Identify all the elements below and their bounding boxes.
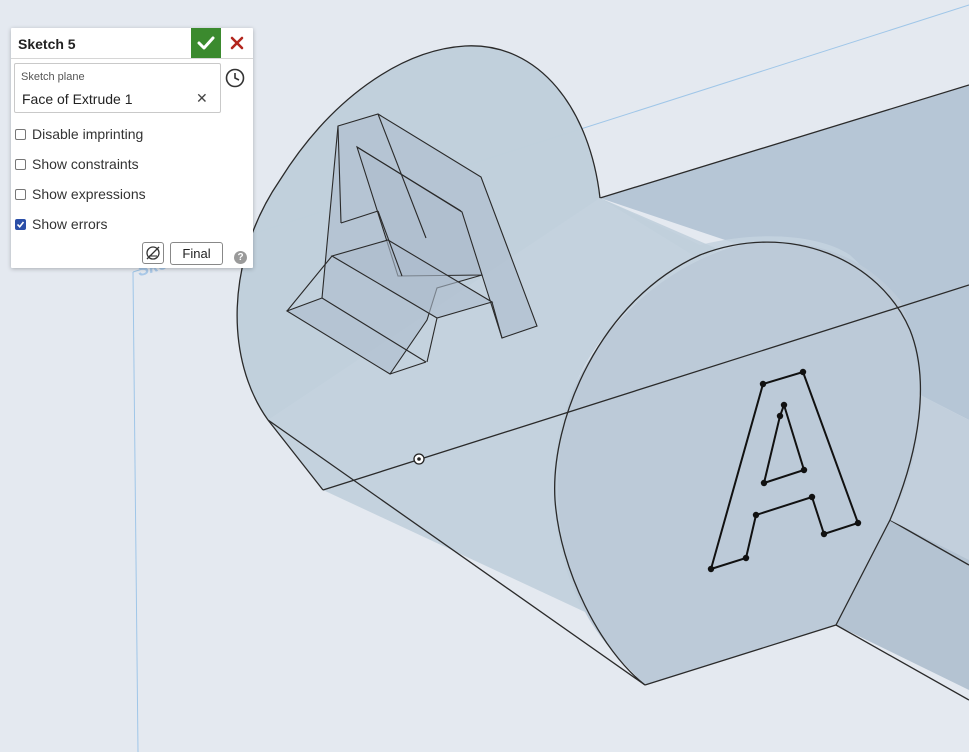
sketch-display-button[interactable] (142, 242, 164, 264)
clock-history-icon (225, 68, 245, 88)
option-disable-imprinting[interactable]: Disable imprinting (15, 124, 143, 144)
option-label: Show expressions (32, 186, 146, 202)
checkmark-icon (16, 221, 25, 228)
final-button[interactable]: Final (170, 242, 223, 265)
option-label: Disable imprinting (32, 126, 144, 142)
option-label: Show errors (32, 216, 108, 232)
title-divider (11, 58, 253, 59)
history-button[interactable] (224, 67, 246, 89)
cancel-button[interactable] (225, 32, 249, 54)
accept-button[interactable] (191, 28, 221, 58)
disable-imprinting-checkbox[interactable] (15, 128, 26, 140)
sketch-display-icon (146, 246, 160, 260)
option-label: Show constraints (32, 156, 139, 172)
help-icon[interactable]: ? (234, 251, 247, 264)
checkmark-icon (197, 36, 215, 50)
show-expressions-checkbox[interactable] (15, 188, 26, 200)
option-show-errors[interactable]: Show errors (15, 214, 107, 234)
sketch-plane-value: Face of Extrude 1 (22, 91, 133, 107)
option-show-expressions[interactable]: Show expressions (15, 184, 146, 204)
clear-selection-icon[interactable]: ✕ (196, 90, 208, 107)
sketch-plane-label-text: Sketch plane (21, 71, 85, 83)
show-constraints-checkbox[interactable] (15, 158, 26, 170)
sketch-dialog: Sketch 5 Sketch plane Face of Extrude 1 … (11, 28, 253, 268)
close-icon (230, 36, 244, 50)
option-show-constraints[interactable]: Show constraints (15, 154, 139, 174)
sketch-plane-field[interactable]: Sketch plane Face of Extrude 1 ✕ (14, 63, 221, 113)
dialog-title: Sketch 5 (18, 36, 76, 52)
show-errors-checkbox[interactable] (15, 218, 26, 230)
origin-marker[interactable] (413, 453, 425, 465)
